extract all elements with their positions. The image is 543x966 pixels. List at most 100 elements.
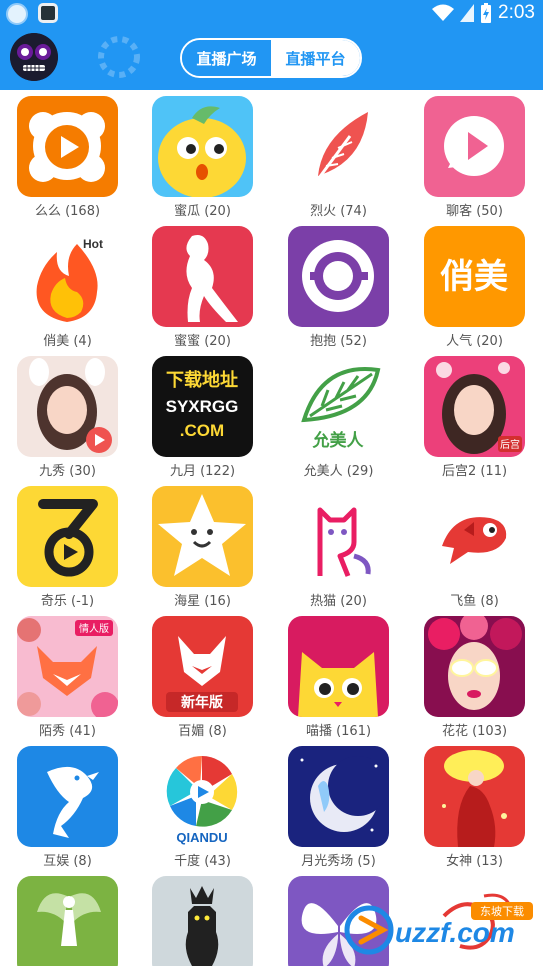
app-item[interactable]: QIANDU 千度 (43) [135,740,270,870]
app-item[interactable]: 奇乐 (-1) [0,480,135,610]
app-label: 百媚 (8) [178,724,227,739]
app-item[interactable]: 蜜蜜 (20) [135,220,270,350]
app-label: 九秀 (30) [39,464,96,479]
app-label: 海星 (16) [174,594,231,609]
icon-text: QIANDU [176,830,227,845]
app-label: 后宫2 (11) [441,464,508,479]
status-time: 2:03 [498,2,535,23]
icon-text-line3: .COM [180,421,224,440]
app-item[interactable]: 热猫 (20) [271,480,406,610]
notification-screenshot-icon [38,3,58,23]
icon-text: 新年版 [181,694,223,711]
star-smile-icon [152,486,253,587]
app-label: 月光秀场 (5) [301,854,376,869]
icon-text: 俏美 [440,257,508,297]
ring-icon [288,226,389,327]
tab-live-platform[interactable]: 直播平台 [271,40,360,76]
wifi-icon [432,4,455,21]
app-label: 蜜蜜 (20) [174,334,231,349]
app-label: 互娱 (8) [43,854,92,869]
app-item[interactable]: 海星 (16) [135,480,270,610]
qiaomei-text-icon: 俏美 [424,226,525,327]
seven-play-icon [17,486,118,587]
app-item[interactable]: 后宫 后宫2 (11) [407,350,542,480]
cat-face-icon [288,616,389,717]
fox-flowers-icon: 情人版 [17,616,118,717]
app-bar: 直播广场 直播平台 [0,28,543,90]
battery-charging-icon [481,3,492,23]
girl-photo-icon [17,356,118,457]
notification-app-icon [6,3,28,25]
app-label: 花花 (103) [441,724,508,739]
app-item[interactable]: 情人版 陌秀 (41) [0,610,135,740]
app-label: 陌秀 (41) [39,724,96,739]
app-item[interactable]: 烈火 (74) [271,90,406,220]
app-item[interactable]: 月光秀场 (5) [271,740,406,870]
watermark-badge: 东坡下载 [480,905,524,918]
app-item[interactable]: 飞鱼 (8) [407,480,542,610]
app-item[interactable]: Hot 俏美 (4) [0,220,135,350]
app-item[interactable]: 喵播 (161) [271,610,406,740]
app-item[interactable]: 抱抱 (52) [271,220,406,350]
app-item[interactable]: 蜜瓜 (20) [135,90,270,220]
app-label: 抱抱 (52) [310,334,367,349]
cat-outline-icon [288,486,389,587]
fairy-green-icon [17,876,118,966]
download-text-icon: 下载地址 SYXRGG .COM [152,356,253,457]
app-item[interactable]: 俏美 人气 (20) [407,220,542,350]
goddess-icon [424,746,525,847]
leaf-icon: 允美人 [288,356,389,457]
app-item[interactable] [0,870,135,966]
dancer-silhouette-icon [152,226,253,327]
memeda-icon [17,96,118,197]
app-label: 人气 (20) [446,334,503,349]
fish-icon [424,486,525,587]
fox-newyear-icon: 新年版 [152,616,253,717]
signal-icon [460,4,475,22]
app-label: 烈火 (74) [310,204,367,219]
svg-text:Hot: Hot [83,237,103,251]
app-item[interactable]: 新年版 百媚 (8) [135,610,270,740]
icon-text: 允美人 [312,430,365,451]
watermark-brand: uzzf.com [395,917,515,948]
site-watermark: uzzf.com 东坡下载 [344,902,533,955]
app-item[interactable]: 花花 (103) [407,610,542,740]
app-item[interactable]: 聊客 (50) [407,90,542,220]
app-item[interactable]: 九秀 (30) [0,350,135,480]
icon-text-line2: SYXRGG [166,397,239,416]
app-label: 喵播 (161) [305,724,372,739]
app-label: 俏美 (4) [43,334,92,349]
flame-hot-icon: Hot [17,226,118,327]
feather-icon [288,96,389,197]
tab-switcher: 直播广场 直播平台 [180,38,362,78]
icon-text: 下载地址 [166,369,238,391]
app-label: 热猫 (20) [310,594,367,609]
app-label: 蜜瓜 (20) [174,204,231,219]
flower-girl-icon [424,616,525,717]
app-item[interactable]: 互娱 (8) [0,740,135,870]
app-label: 女神 (13) [446,854,503,869]
app-item[interactable]: 下载地址 SYXRGG .COM 九月 (122) [135,350,270,480]
app-label: 么么 (168) [34,204,101,219]
app-item[interactable]: 允美人 允美人 (29) [271,350,406,480]
tab-live-square[interactable]: 直播广场 [182,40,271,76]
app-label: 聊客 (50) [446,204,503,219]
avatar[interactable] [10,33,58,81]
girl-photo-2-icon: 后宫 [424,356,525,457]
status-bar: 2:03 [0,0,543,28]
app-item[interactable]: 么么 (168) [0,90,135,220]
app-label: 允美人 (29) [303,464,374,479]
icon-text: 情人版 [79,622,109,635]
chat-play-icon [424,96,525,197]
icon-text: 后宫 [500,438,520,451]
ghost-logo-icon [98,36,140,78]
aperture-icon: QIANDU [152,746,253,847]
app-label: 奇乐 (-1) [40,594,95,609]
cat-crown-icon [152,876,253,966]
app-item[interactable] [135,870,270,966]
dolphin-icon [17,746,118,847]
app-label: 飞鱼 (8) [450,594,499,609]
app-label: 千度 (43) [174,854,231,869]
app-item[interactable]: 女神 (13) [407,740,542,870]
app-label: 九月 (122) [169,464,236,479]
